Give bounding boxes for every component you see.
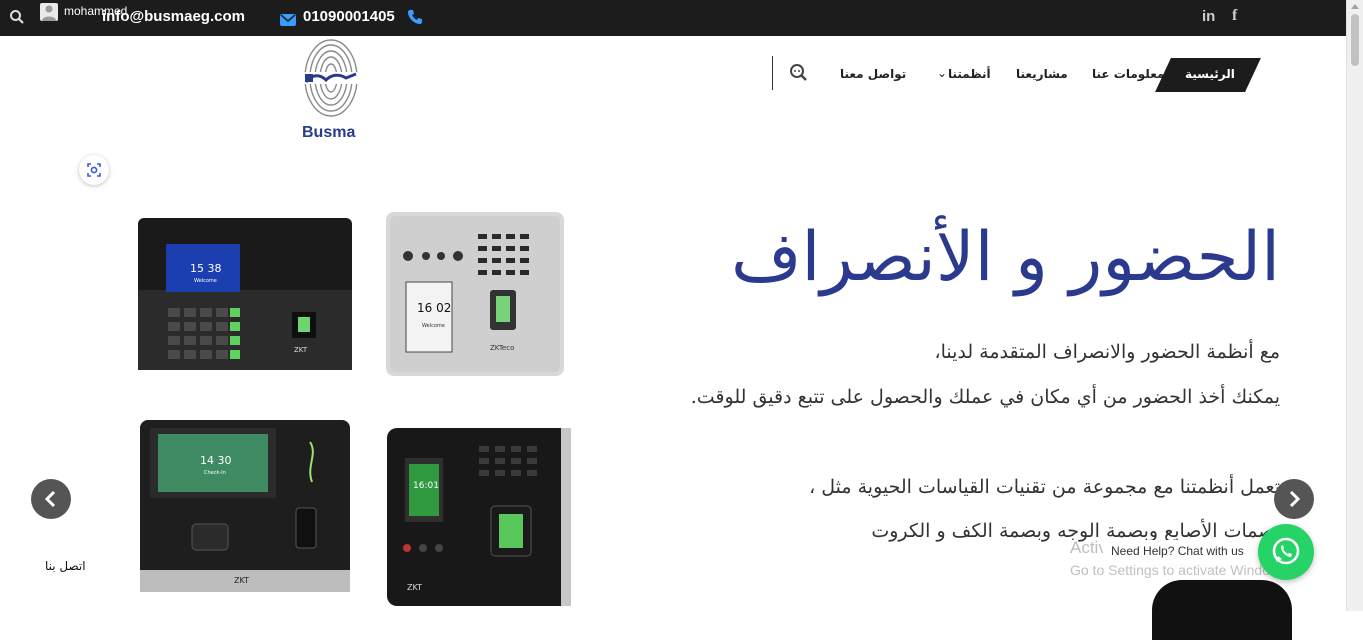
chevron-down-icon[interactable]: ⌄	[937, 66, 947, 80]
device-1-time: 15 38	[190, 262, 222, 275]
svg-text:Check-In: Check-In	[204, 470, 226, 476]
scroll-up-icon[interactable]	[1351, 4, 1359, 9]
envelope-icon	[280, 11, 296, 30]
carousel-prev-button[interactable]	[31, 479, 71, 519]
user-avatar-icon[interactable]	[40, 3, 58, 21]
focus-scan-button[interactable]	[79, 155, 109, 185]
facebook-icon[interactable]: f	[1232, 7, 1237, 25]
whatsapp-button[interactable]	[1258, 524, 1314, 580]
linkedin-icon[interactable]: in	[1202, 8, 1215, 25]
device-black-finger-terminal: 16:01 ZKT	[387, 428, 571, 606]
device-4-time: 16:01	[413, 481, 439, 491]
nav-about[interactable]: معلومات عنا	[1092, 67, 1164, 81]
hero-line-2: يمكنك أخذ الحضور من أي مكان في عملك والح…	[690, 386, 1280, 408]
chat-widget-tab[interactable]	[1152, 580, 1292, 640]
svg-text:ZKT: ZKT	[407, 583, 422, 592]
device-face-terminal: 14 30 Check-In ZKT	[140, 420, 350, 592]
site-logo[interactable]: Busma	[300, 38, 362, 143]
chevron-left-icon	[44, 490, 56, 508]
whatsapp-tooltip[interactable]: Need Help? Chat with us	[1103, 540, 1252, 562]
carousel-next-button[interactable]	[1274, 479, 1314, 519]
nav-home-label: الرئيسية	[1185, 67, 1235, 81]
device-keypad-terminal: 15 38 Welcome ZKT	[138, 218, 352, 370]
svg-text:Welcome: Welcome	[422, 323, 445, 329]
logo-text: Busma	[302, 124, 356, 141]
fingerprint-logo-icon	[304, 39, 358, 117]
scroll-thumb[interactable]	[1351, 14, 1359, 66]
whatsapp-icon	[1272, 537, 1300, 565]
nav-home[interactable]: الرئيسية	[1155, 58, 1261, 92]
nav-contact[interactable]: تواصل معنا	[840, 67, 906, 81]
device-2-time: 16 02	[417, 301, 451, 315]
hero-line-3: تعمل أنظمتنا مع مجموعة من تقنيات القياسا…	[809, 476, 1280, 498]
top-bar: mohammed ... info@busmaeg.com 0109000140…	[0, 0, 1346, 36]
search-icon[interactable]	[9, 9, 25, 29]
contact-email[interactable]: info@busmaeg.com	[102, 8, 245, 25]
svg-text:Welcome: Welcome	[194, 278, 217, 284]
nav-divider	[772, 56, 773, 90]
hero-title: الحضور و الأنصراف	[731, 218, 1280, 297]
scan-icon	[87, 163, 101, 177]
svg-text:ZKT: ZKT	[294, 346, 308, 354]
device-silver-terminal: 16 02 Welcome ZKTeco	[386, 212, 564, 376]
page-scrollbar[interactable]	[1346, 0, 1363, 611]
svg-text:ZKTeco: ZKTeco	[490, 344, 514, 352]
phone-icon	[407, 9, 423, 29]
contact-us-link[interactable]: اتصل بنا	[45, 559, 86, 573]
device-3-time: 14 30	[200, 454, 232, 467]
chevron-right-icon	[1289, 490, 1301, 508]
hero-line-1: مع أنظمة الحضور والانصراف المتقدمة لدينا…	[934, 341, 1280, 363]
contact-phone[interactable]: 01090001405	[303, 8, 395, 25]
search-icon[interactable]	[789, 63, 807, 85]
nav-projects[interactable]: مشاريعنا	[1016, 67, 1068, 81]
svg-text:ZKT: ZKT	[234, 576, 249, 585]
nav-systems[interactable]: أنظمتنا	[948, 67, 991, 81]
